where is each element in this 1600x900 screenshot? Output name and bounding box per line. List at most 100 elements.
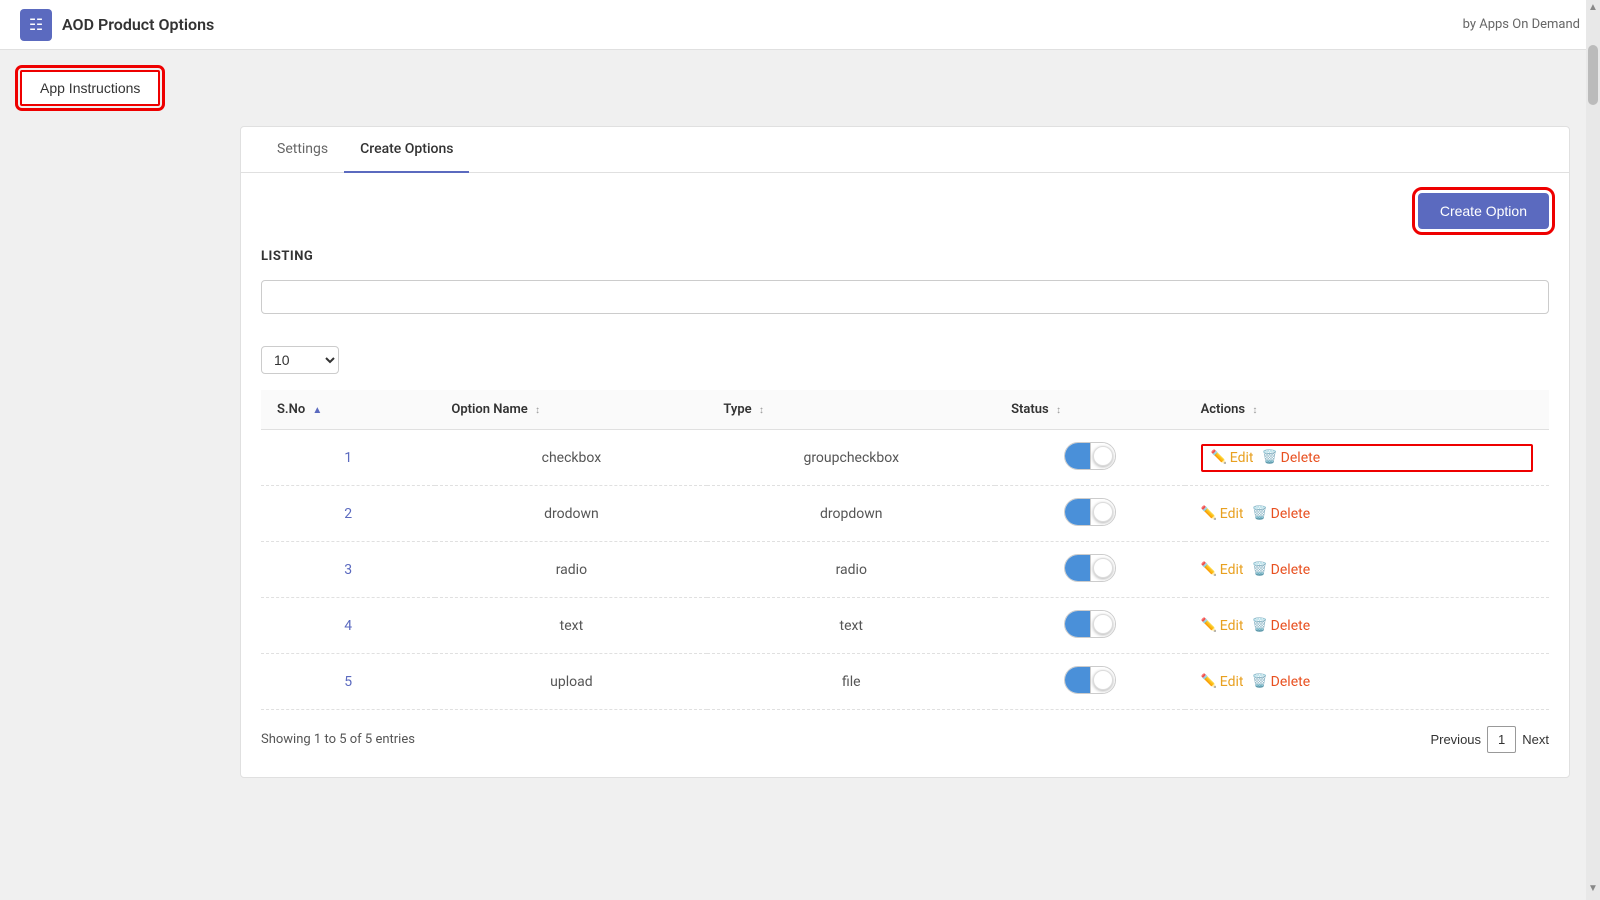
cell-option-name: drodown [435, 486, 707, 542]
table-row: 1checkboxgroupcheckbox ✏️Edit 🗑️ Delete [261, 430, 1549, 486]
delete-link[interactable]: 🗑️ Delete [1251, 618, 1310, 634]
table-header-row: S.No ▲ Option Name ↕ Type ↕ [261, 390, 1549, 430]
cell-sno: 1 [261, 430, 435, 486]
delete-label: Delete [1271, 506, 1310, 522]
col-header-actions: Actions ↕ [1185, 390, 1549, 430]
edit-label: Edit [1220, 674, 1244, 690]
top-bar-left: ☷ AOD Product Options [20, 9, 214, 41]
scroll-down-arrow[interactable]: ▼ [1586, 881, 1600, 896]
option-name-sort-icon[interactable]: ↕ [535, 405, 540, 416]
edit-link[interactable]: ✏️Edit [1211, 450, 1254, 466]
previous-button[interactable]: Previous [1430, 732, 1481, 747]
create-option-row: Create Option [261, 193, 1549, 229]
trash-icon: 🗑️ [1251, 618, 1267, 633]
content-panel: Settings Create Options Create Option LI… [240, 126, 1570, 778]
cell-status [995, 598, 1184, 654]
top-bar: ☷ AOD Product Options by Apps On Demand [0, 0, 1600, 50]
trash-icon: 🗑️ [1251, 562, 1267, 577]
col-header-status: Status ↕ [995, 390, 1184, 430]
status-toggle[interactable] [1064, 498, 1116, 526]
app-logo: ☷ [20, 9, 52, 41]
edit-label: Edit [1220, 618, 1244, 634]
tabs-container: Settings Create Options [241, 127, 1569, 173]
main-content: App Instructions Settings Create Options… [0, 50, 1600, 798]
delete-link[interactable]: 🗑️ Delete [1251, 562, 1310, 578]
delete-label: Delete [1271, 562, 1310, 578]
app-title: AOD Product Options [62, 15, 214, 34]
cell-actions: ✏️Edit 🗑️ Delete [1185, 430, 1549, 486]
per-page-select: 10 25 50 100 [261, 346, 1549, 374]
cell-sno: 3 [261, 542, 435, 598]
cell-sno: 5 [261, 654, 435, 710]
cell-actions: ✏️Edit 🗑️Delete [1185, 654, 1549, 710]
status-toggle[interactable] [1064, 666, 1116, 694]
edit-link[interactable]: ✏️Edit [1201, 562, 1244, 578]
cell-option-name: text [435, 598, 707, 654]
edit-icon: ✏️ [1201, 618, 1217, 633]
delete-link[interactable]: 🗑️ Delete [1251, 506, 1310, 522]
status-toggle[interactable] [1064, 610, 1116, 638]
delete-label: Delete [1271, 618, 1310, 634]
edit-label: Edit [1230, 450, 1254, 466]
type-sort-icon[interactable]: ↕ [759, 405, 764, 416]
cell-type: groupcheckbox [707, 430, 995, 486]
cell-actions: ✏️Edit 🗑️ Delete [1185, 598, 1549, 654]
actions-container: ✏️Edit 🗑️ Delete [1201, 506, 1533, 522]
status-sort-icon[interactable]: ↕ [1056, 405, 1061, 416]
cell-type: dropdown [707, 486, 995, 542]
sno-sort-icon[interactable]: ▲ [312, 405, 322, 416]
edit-link[interactable]: ✏️Edit [1201, 506, 1244, 522]
logo-icon: ☷ [29, 15, 43, 34]
actions-container: ✏️Edit 🗑️Delete [1201, 674, 1533, 690]
edit-link[interactable]: ✏️Edit [1201, 674, 1244, 690]
table-row: 3radioradio✏️Edit🗑️Delete [261, 542, 1549, 598]
status-toggle[interactable] [1064, 442, 1116, 470]
next-button[interactable]: Next [1522, 732, 1549, 747]
actions-container: ✏️Edit 🗑️ Delete [1201, 562, 1533, 578]
delete-link[interactable]: 🗑️ Delete [1261, 450, 1320, 466]
delete-label: Delete [1281, 450, 1320, 466]
edit-icon: ✏️ [1201, 674, 1217, 689]
per-page-dropdown[interactable]: 10 25 50 100 [261, 346, 339, 374]
search-input[interactable] [261, 280, 1549, 314]
cell-type: radio [707, 542, 995, 598]
edit-label: Edit [1220, 562, 1244, 578]
trash-icon: 🗑️ [1251, 506, 1267, 521]
status-toggle[interactable] [1064, 554, 1116, 582]
actions-sort-icon[interactable]: ↕ [1252, 405, 1257, 416]
actions-container: ✏️Edit 🗑️ Delete [1201, 618, 1533, 634]
trash-icon: 🗑️ [1261, 450, 1277, 465]
scrollbar: ▲ ▼ [1586, 0, 1600, 900]
scrollbar-thumb[interactable] [1588, 45, 1598, 105]
scroll-up-arrow[interactable]: ▲ [1586, 0, 1600, 15]
pagination-row: Showing 1 to 5 of 5 entries Previous 1 N… [261, 710, 1549, 757]
col-header-option-name: Option Name ↕ [435, 390, 707, 430]
edit-icon: ✏️ [1201, 562, 1217, 577]
listing-section: LISTING 🔍 10 25 50 100 [261, 249, 1549, 757]
cell-type: text [707, 598, 995, 654]
showing-entries-text: Showing 1 to 5 of 5 entries [261, 732, 415, 747]
cell-status [995, 542, 1184, 598]
delete-link[interactable]: 🗑️Delete [1251, 674, 1310, 690]
table-row: 2drodowndropdown ✏️Edit 🗑️ Delete [261, 486, 1549, 542]
cell-sno: 2 [261, 486, 435, 542]
tab-create-options[interactable]: Create Options [344, 127, 469, 173]
actions-container: ✏️Edit 🗑️ Delete [1201, 444, 1533, 472]
page-1-button[interactable]: 1 [1487, 726, 1516, 753]
delete-label: Delete [1271, 674, 1310, 690]
brand-text: by Apps On Demand [1463, 17, 1580, 32]
col-header-type: Type ↕ [707, 390, 995, 430]
cell-sno: 4 [261, 598, 435, 654]
search-wrapper: 🔍 [261, 280, 1549, 330]
table-row: 5uploadfile✏️Edit🗑️Delete [261, 654, 1549, 710]
cell-option-name: radio [435, 542, 707, 598]
edit-link[interactable]: ✏️Edit [1201, 618, 1244, 634]
cell-option-name: checkbox [435, 430, 707, 486]
app-instructions-button[interactable]: App Instructions [20, 70, 160, 106]
tab-content: Create Option LISTING 🔍 10 25 50 100 [241, 173, 1569, 777]
tab-settings[interactable]: Settings [261, 127, 344, 173]
cell-status [995, 430, 1184, 486]
cell-actions: ✏️Edit 🗑️ Delete [1185, 486, 1549, 542]
cell-actions: ✏️Edit 🗑️ Delete [1185, 542, 1549, 598]
create-option-button[interactable]: Create Option [1418, 193, 1549, 229]
